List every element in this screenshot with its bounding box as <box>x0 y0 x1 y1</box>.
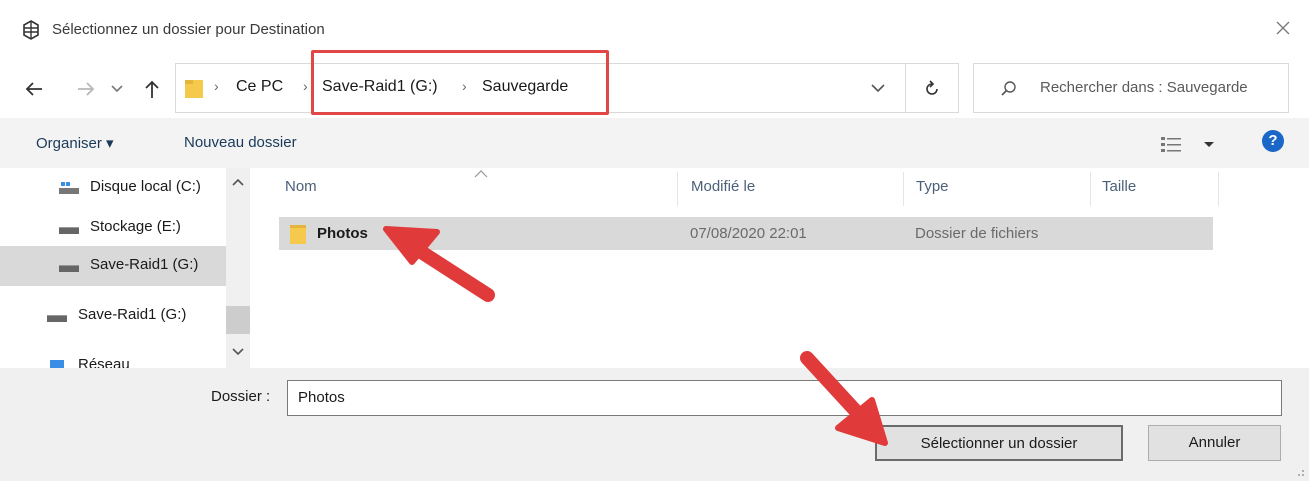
new-folder-button[interactable]: Nouveau dossier <box>184 134 297 151</box>
details-view-icon <box>1161 137 1214 152</box>
drive-icon <box>47 315 67 322</box>
sidebar-scrollbar[interactable] <box>226 168 250 368</box>
app-icon <box>23 20 39 40</box>
scroll-down-icon[interactable] <box>232 348 244 356</box>
breadcrumb-highlight-annotation <box>311 50 609 115</box>
file-list: Nom Modifié le Type Taille Photos 07/08/… <box>252 168 1309 368</box>
refresh-icon <box>926 80 938 95</box>
sidebar-item-storage[interactable]: Stockage (E:) <box>0 208 226 248</box>
help-icon[interactable]: ? <box>1262 130 1284 152</box>
row-type: Dossier de fichiers <box>915 225 1039 242</box>
column-header-modified[interactable]: Modifié le <box>691 178 755 195</box>
column-divider[interactable] <box>677 172 678 206</box>
folder-icon <box>185 80 203 98</box>
search-placeholder: Rechercher dans : Sauvegarde <box>1040 79 1248 96</box>
sidebar-item-label: Stockage (E:) <box>90 218 181 235</box>
drive-icon <box>59 265 79 272</box>
navigation-pane: Disque local (C:) Stockage (E:) Save-Rai… <box>0 168 252 368</box>
row-modified: 07/08/2020 22:01 <box>690 225 807 242</box>
column-divider[interactable] <box>903 172 904 206</box>
forward-icon[interactable] <box>74 76 98 102</box>
sidebar-item-network[interactable]: Réseau <box>0 346 226 368</box>
search-input[interactable]: Rechercher dans : Sauvegarde <box>973 63 1289 113</box>
breadcrumb-separator: › <box>303 78 308 94</box>
folder-name-input[interactable]: Photos <box>287 380 1282 416</box>
row-name: Photos <box>317 225 368 242</box>
address-dropdown-icon[interactable] <box>866 78 890 98</box>
select-folder-button[interactable]: Sélectionner un dossier <box>875 425 1123 461</box>
sidebar-item-label: Save-Raid1 (G:) <box>90 256 199 273</box>
refresh-button[interactable] <box>906 63 959 113</box>
folder-field-label: Dossier : <box>211 388 271 405</box>
column-header-size[interactable]: Taille <box>1102 178 1136 195</box>
recent-dropdown-icon[interactable] <box>108 76 126 102</box>
column-header-name[interactable]: Nom <box>285 178 317 195</box>
column-divider[interactable] <box>1090 172 1091 206</box>
scrollbar-thumb[interactable] <box>226 306 250 334</box>
local-disk-icon <box>59 182 79 194</box>
view-options-button[interactable] <box>1160 134 1216 154</box>
window-title: Sélectionnez un dossier pour Destination <box>52 21 325 38</box>
column-header-type[interactable]: Type <box>916 178 949 195</box>
organize-button[interactable]: Organiser ▾ <box>36 134 114 152</box>
column-divider[interactable] <box>1218 172 1219 206</box>
command-toolbar: Organiser ▾ Nouveau dossier <box>0 118 1309 168</box>
sidebar-item-save-raid[interactable]: Save-Raid1 (G:) <box>0 296 226 336</box>
up-arrow-icon[interactable] <box>140 76 164 102</box>
network-icon <box>50 360 64 368</box>
sidebar-item-label: Disque local (C:) <box>90 178 201 195</box>
breadcrumb-separator: › <box>214 78 219 94</box>
title-bar: Sélectionnez un dossier pour Destination <box>0 0 1309 60</box>
drive-icon <box>59 227 79 234</box>
sidebar-item-save-raid-selected[interactable]: Save-Raid1 (G:) <box>0 246 226 286</box>
cancel-button[interactable]: Annuler <box>1148 425 1281 461</box>
sidebar-item-local-disk[interactable]: Disque local (C:) <box>0 168 226 208</box>
sidebar-item-label: Réseau <box>78 356 130 368</box>
sort-ascending-icon <box>474 170 488 178</box>
resize-grip-icon[interactable] <box>1293 465 1305 477</box>
folder-icon <box>290 225 306 244</box>
table-row[interactable]: Photos 07/08/2020 22:01 Dossier de fichi… <box>279 217 1213 250</box>
scroll-up-icon[interactable] <box>232 178 244 186</box>
back-icon[interactable] <box>22 76 46 102</box>
breadcrumb-item-this-pc[interactable]: Ce PC <box>236 78 283 96</box>
search-icon <box>1001 81 1016 96</box>
sidebar-item-label: Save-Raid1 (G:) <box>78 306 187 323</box>
close-icon[interactable] <box>1271 16 1295 40</box>
